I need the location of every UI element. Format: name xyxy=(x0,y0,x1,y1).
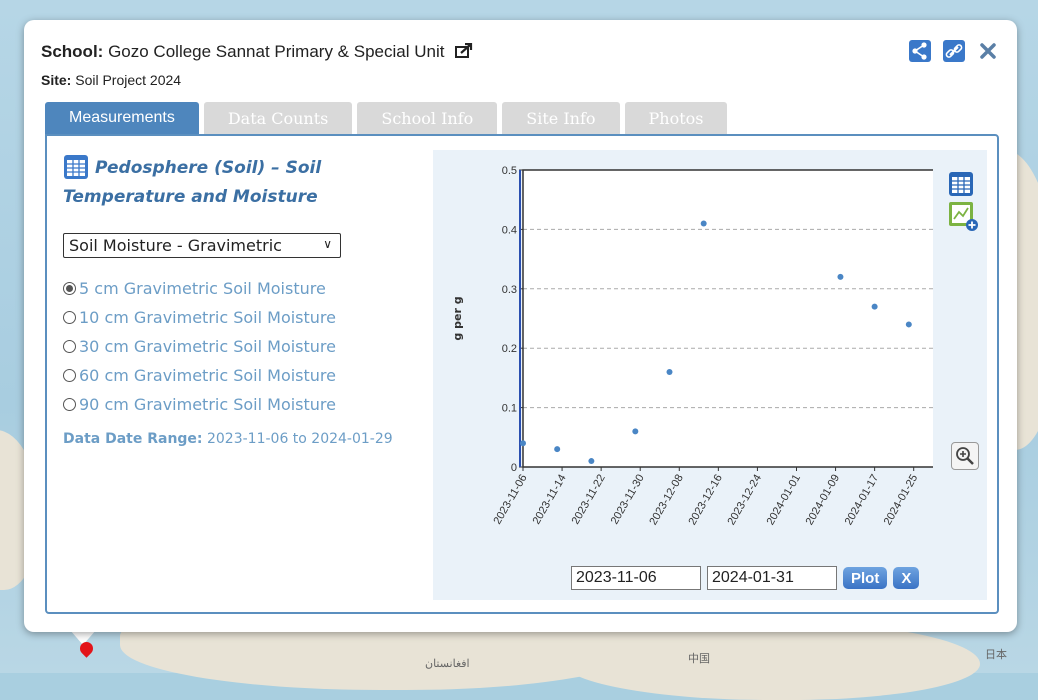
radio-label: 10 cm Gravimetric Soil Moisture xyxy=(79,308,336,327)
y-tick-label: 0.2 xyxy=(502,343,517,355)
section-title-line1: Pedosphere (Soil) – Soil xyxy=(95,158,322,178)
data-point xyxy=(588,458,595,465)
external-link-icon[interactable] xyxy=(455,43,473,58)
tab-data-counts[interactable]: Data Counts xyxy=(203,102,353,134)
radio-label: 60 cm Gravimetric Soil Moisture xyxy=(79,366,336,385)
x-tick-label: 2024-01-09 xyxy=(804,473,843,528)
radio-label: 90 cm Gravimetric Soil Moisture xyxy=(79,395,336,414)
x-tick-label: 2024-01-17 xyxy=(843,473,882,528)
chevron-down-icon: ∨ xyxy=(323,237,332,251)
x-tick-label: 2023-12-16 xyxy=(686,473,725,528)
chart-area: 0 0.1 0.2 0.3 0.4 0.5 g per g 2023-11-06 2023-11… xyxy=(433,150,987,600)
school-label: School: xyxy=(41,42,104,61)
clear-button[interactable]: X xyxy=(893,567,920,589)
measurements-panel: Pedosphere (Soil) – Soil Temperature and… xyxy=(45,134,999,614)
date-range-value: 2023-11-06 to 2024-01-29 xyxy=(206,431,393,447)
tab-site-info[interactable]: Site Info xyxy=(502,102,620,134)
tab-school-info[interactable]: School Info xyxy=(357,102,498,134)
measurement-type-select[interactable]: Soil Moisture - Gravimetric ∨ xyxy=(63,233,341,258)
close-icon xyxy=(980,43,996,59)
zoom-button[interactable] xyxy=(951,442,979,470)
school-line: School: Gozo College Sannat Primary & Sp… xyxy=(41,42,473,62)
scatter-chart[interactable]: 00.10.20.30.40.5g per g2023-11-06 2023-11… xyxy=(433,150,946,560)
add-chart-icon[interactable] xyxy=(949,202,979,232)
tab-bar: Measurements Data Counts School Info Sit… xyxy=(45,102,728,134)
data-point xyxy=(837,273,844,280)
map-land xyxy=(560,620,980,700)
date-range-label: Data Date Range: xyxy=(63,431,203,447)
close-button[interactable] xyxy=(977,40,999,62)
share-button[interactable] xyxy=(909,40,931,62)
radio-option[interactable]: 30 cm Gravimetric Soil Moisture xyxy=(63,332,433,361)
radio-button[interactable] xyxy=(63,369,76,382)
link-button[interactable] xyxy=(943,40,965,62)
x-tick-label: 2023-11-22 xyxy=(570,473,608,527)
data-point xyxy=(871,303,878,310)
map-label-japan: 日本 xyxy=(985,649,1007,661)
depth-radio-group: 5 cm Gravimetric Soil Moisture 10 cm Gra… xyxy=(63,274,433,419)
y-tick-label: 0.5 xyxy=(502,165,517,177)
tab-photos[interactable]: Photos xyxy=(624,102,728,134)
x-tick-label: 2023-12-24 xyxy=(725,473,764,528)
x-tick-label: 2024-01-01 xyxy=(765,473,804,528)
date-filter-row: 2023-11-06 2024-01-31 Plot X xyxy=(571,566,920,590)
section-title-row: Pedosphere (Soil) – Soil xyxy=(63,154,433,183)
y-tick-label: 0.4 xyxy=(502,224,517,236)
data-point xyxy=(520,440,526,447)
plot-button[interactable]: Plot xyxy=(843,567,888,589)
radio-option[interactable]: 90 cm Gravimetric Soil Moisture xyxy=(63,390,433,419)
y-axis-label: g per g xyxy=(451,296,464,340)
school-name: Gozo College Sannat Primary & Special Un… xyxy=(108,42,445,61)
link-icon xyxy=(943,40,965,62)
x-tick-label: 2023-11-06 xyxy=(491,473,529,527)
measurement-controls: Pedosphere (Soil) – Soil Temperature and… xyxy=(63,154,433,447)
section-title-line2: Temperature and Moisture xyxy=(63,187,318,207)
table-icon[interactable] xyxy=(63,154,89,180)
data-point xyxy=(905,321,912,328)
radio-label: 30 cm Gravimetric Soil Moisture xyxy=(79,337,336,356)
site-popup: School: Gozo College Sannat Primary & Sp… xyxy=(24,20,1017,632)
y-tick-label: 0.1 xyxy=(502,403,517,415)
table-view-icon[interactable] xyxy=(949,172,973,196)
radio-button[interactable] xyxy=(63,340,76,353)
map-label-china: 中国 xyxy=(688,653,710,665)
y-tick-label: 0 xyxy=(511,462,517,474)
data-point xyxy=(632,428,639,435)
data-point xyxy=(554,446,561,453)
radio-label: 5 cm Gravimetric Soil Moisture xyxy=(79,279,326,298)
data-date-range: Data Date Range: 2023-11-06 to 2024-01-2… xyxy=(63,431,433,447)
site-name: Soil Project 2024 xyxy=(75,72,182,88)
x-tick-label: 2023-11-30 xyxy=(609,473,647,527)
header-actions xyxy=(909,40,999,62)
y-tick-label: 0.3 xyxy=(502,284,517,296)
zoom-in-icon xyxy=(956,447,974,465)
select-value: Soil Moisture - Gravimetric xyxy=(69,236,282,255)
share-icon xyxy=(909,40,931,62)
data-point xyxy=(666,368,673,375)
radio-button[interactable] xyxy=(63,282,76,295)
x-tick-label: 2024-01-25 xyxy=(882,473,921,528)
plot-background xyxy=(523,170,943,467)
end-date-input[interactable]: 2024-01-31 xyxy=(707,566,837,590)
site-line: Site: Soil Project 2024 xyxy=(41,72,181,88)
x-tick-label: 2023-11-14 xyxy=(531,473,569,527)
site-label: Site: xyxy=(41,72,72,88)
data-point xyxy=(700,220,707,227)
radio-button[interactable] xyxy=(63,398,76,411)
radio-option[interactable]: 10 cm Gravimetric Soil Moisture xyxy=(63,303,433,332)
tab-measurements[interactable]: Measurements xyxy=(45,102,199,134)
chart-side-icons xyxy=(949,172,979,232)
x-tick-label: 2023-12-08 xyxy=(647,473,686,528)
radio-option[interactable]: 5 cm Gravimetric Soil Moisture xyxy=(63,274,433,303)
radio-option[interactable]: 60 cm Gravimetric Soil Moisture xyxy=(63,361,433,390)
map-label-afghanistan: افغانستان xyxy=(425,658,470,670)
radio-button[interactable] xyxy=(63,311,76,324)
start-date-input[interactable]: 2023-11-06 xyxy=(571,566,701,590)
